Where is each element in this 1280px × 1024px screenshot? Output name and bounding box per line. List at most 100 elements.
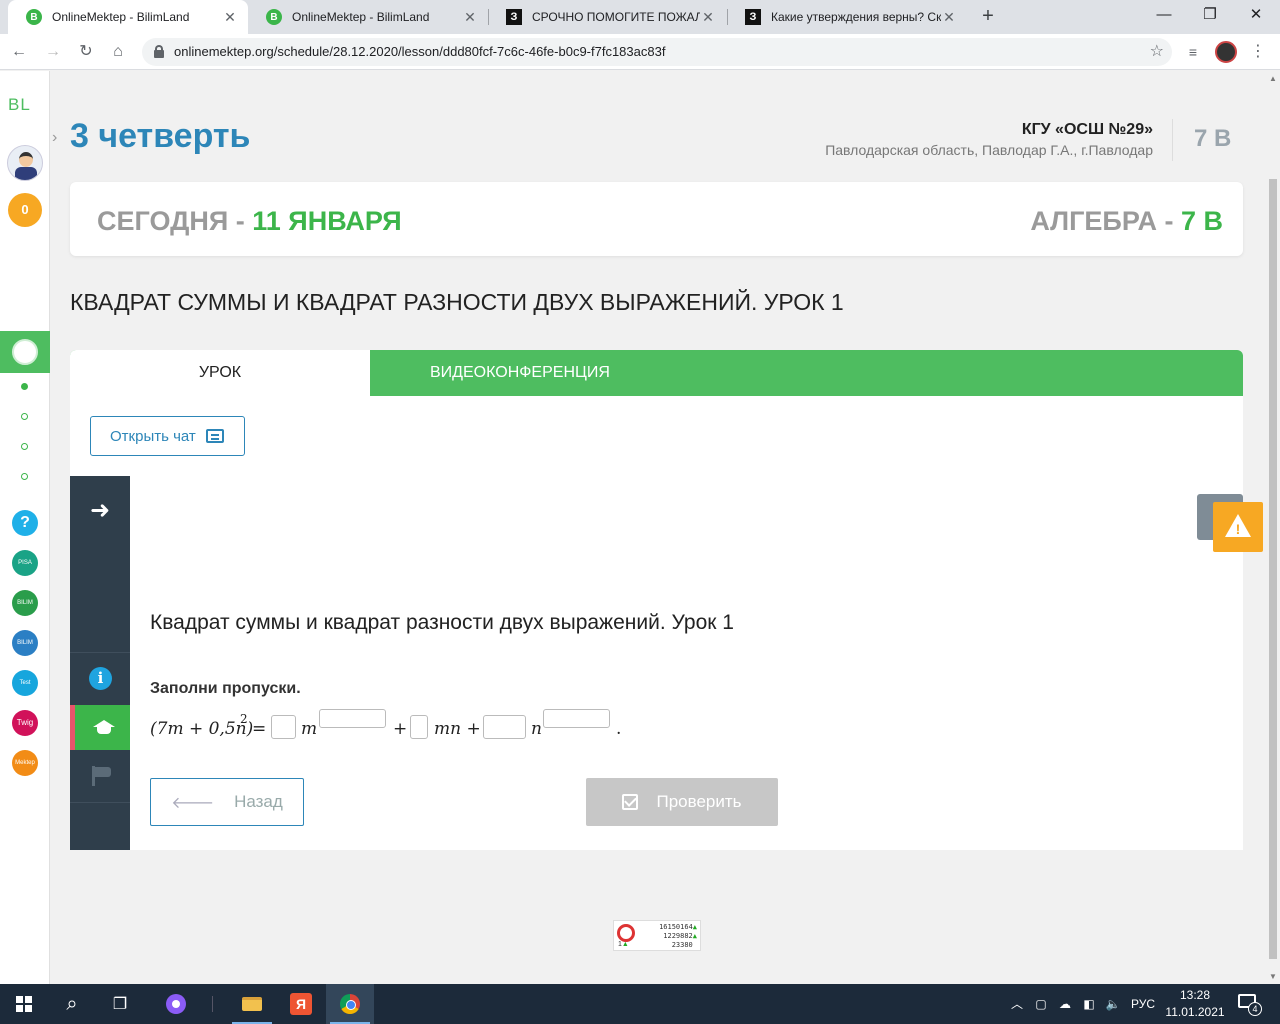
quarter-title: 3 четверть: [70, 117, 251, 155]
date-value: 11 ЯНВАРЯ: [252, 206, 402, 236]
scroll-down-icon[interactable]: ▼: [1269, 972, 1277, 981]
address-bar[interactable]: onlinemektep.org/schedule/28.12.2020/les…: [142, 38, 1172, 66]
divider: [70, 652, 130, 653]
flag-icon[interactable]: [92, 766, 112, 786]
task-view-icon[interactable]: ❐: [96, 984, 144, 1024]
onlinemektep-icon: [12, 339, 38, 365]
notification-center-icon[interactable]: 4: [1238, 994, 1262, 1016]
school-info: КГУ «ОСШ №29» Павлодарская область, Павл…: [825, 121, 1153, 158]
coef-n-squared-input[interactable]: [483, 715, 526, 739]
browser-tab-2[interactable]: B OnlineMektep - BilimLand ✕: [248, 0, 488, 34]
twig-app-icon[interactable]: Twig: [12, 710, 38, 736]
media-queue-icon[interactable]: ≡: [1183, 42, 1203, 62]
volume-icon[interactable]: 🔈: [1104, 984, 1122, 1024]
profile-avatar[interactable]: [1215, 41, 1237, 63]
bilimbook-app-icon[interactable]: BILIM Book: [12, 630, 38, 656]
clock-date: 11.01.2021: [1165, 1005, 1225, 1019]
bilimland-logo[interactable]: BL: [8, 95, 31, 115]
counter-values: 16150164▲ 1229882▲ 23380: [659, 923, 697, 949]
reload-button[interactable]: ↻: [73, 39, 99, 65]
report-problem-button[interactable]: !: [1213, 502, 1263, 552]
bookmark-star-icon[interactable]: ☆: [1150, 38, 1164, 66]
browser-tab-4[interactable]: З Какие утверждения верны? Ско ✕: [727, 0, 967, 34]
lock-icon[interactable]: [154, 45, 164, 58]
coef-m-squared-input[interactable]: [271, 715, 296, 739]
back-nav-button[interactable]: ←: [6, 39, 32, 65]
divider: [70, 802, 130, 803]
chrome-icon[interactable]: [326, 984, 374, 1024]
close-tab-icon[interactable]: ✕: [700, 9, 716, 26]
subject-prefix: АЛГЕБРА -: [1030, 206, 1181, 236]
close-tab-icon[interactable]: ✕: [462, 9, 478, 26]
mektep-app-icon[interactable]: Mektep: [12, 750, 38, 776]
browser-tab-bar: B OnlineMektep - BilimLand ✕ B OnlineMek…: [0, 0, 1280, 34]
home-button[interactable]: ⌂: [105, 39, 131, 65]
tab-title: OnlineMektep - BilimLand: [52, 10, 190, 24]
counter-line-1: 16150164: [659, 923, 693, 931]
help-icon[interactable]: ?: [12, 510, 38, 536]
open-chat-label: Открыть чат: [110, 427, 196, 445]
browser-menu-icon[interactable]: ⋮: [1248, 40, 1268, 64]
close-tab-icon[interactable]: ✕: [222, 9, 238, 26]
sidebar-dot-1[interactable]: [21, 383, 28, 390]
start-button[interactable]: [0, 984, 48, 1024]
url-text[interactable]: onlinemektep.org/schedule/28.12.2020/les…: [174, 38, 665, 66]
user-avatar[interactable]: [7, 145, 43, 181]
tab-lesson[interactable]: УРОК: [70, 350, 370, 396]
back-button[interactable]: 🡐 Назад: [150, 778, 304, 826]
file-explorer-icon[interactable]: [228, 984, 276, 1024]
yandex-browser-icon[interactable]: Я: [277, 984, 325, 1024]
alice-assistant-icon[interactable]: [152, 984, 200, 1024]
today-card: СЕГОДНЯ - 11 ЯНВАРЯ АЛГЕБРА - 7 В: [70, 182, 1243, 256]
class-grade: 7 В: [1194, 125, 1232, 152]
task-side-panel: ➜ i: [70, 476, 130, 850]
cloud-icon[interactable]: ☁: [1056, 984, 1074, 1024]
windows-logo-icon: [16, 996, 32, 1012]
forward-nav-button[interactable]: →: [40, 39, 66, 65]
exponent-m-input[interactable]: [319, 709, 386, 728]
test-app-icon[interactable]: Test: [12, 670, 38, 696]
browser-tab-3[interactable]: З СРОЧНО ПОМОГИТЕ ПОЖАЛУЙ ✕: [488, 0, 726, 34]
next-arrow-icon[interactable]: ➜: [70, 496, 130, 525]
minimize-button[interactable]: —: [1141, 0, 1187, 34]
pisa-app-icon[interactable]: PISA: [12, 550, 38, 576]
network-icon[interactable]: ◧: [1080, 984, 1098, 1024]
browser-tab-1[interactable]: B OnlineMektep - BilimLand ✕: [8, 0, 248, 34]
tab-title: СРОЧНО ПОМОГИТЕ ПОЖАЛУЙ: [532, 10, 700, 24]
back-button-label: Назад: [234, 792, 283, 811]
scrollbar-thumb[interactable]: [1269, 179, 1277, 959]
meet-now-icon[interactable]: ▢: [1032, 984, 1050, 1024]
sidebar-dot-4[interactable]: [21, 473, 28, 480]
exponent-n-input[interactable]: [543, 709, 610, 728]
restore-button[interactable]: ❐: [1187, 0, 1233, 34]
language-indicator[interactable]: РУС: [1128, 984, 1158, 1024]
new-tab-button[interactable]: +: [976, 5, 1000, 29]
sidebar-item-onlinemektep[interactable]: [0, 331, 50, 373]
bilimland-app-icon[interactable]: BILIM Land: [12, 590, 38, 616]
liveinternet-counter[interactable]: 1▲ 16150164▲ 1229882▲ 23380: [613, 920, 701, 951]
graduation-cap-button[interactable]: [70, 705, 130, 750]
arrow-left-icon: 🡐: [171, 794, 215, 812]
sidebar-dot-2[interactable]: [21, 413, 28, 420]
plus-sign: +: [393, 719, 408, 739]
page-scrollbar[interactable]: ▲ ▼: [1266, 71, 1280, 984]
sidebar-expand-icon[interactable]: ›: [52, 129, 64, 147]
chat-icon: [205, 429, 224, 443]
close-tab-icon[interactable]: ✕: [941, 9, 957, 26]
info-icon[interactable]: i: [89, 667, 112, 690]
scroll-up-icon[interactable]: ▲: [1269, 74, 1277, 83]
check-button[interactable]: Проверить: [586, 778, 778, 826]
coins-badge[interactable]: 0: [8, 193, 42, 227]
tray-expand-icon[interactable]: ︿: [1008, 984, 1026, 1024]
equation-period: .: [616, 719, 622, 739]
search-icon[interactable]: ⌕: [48, 984, 96, 1024]
checkbox-icon: [622, 794, 639, 810]
equation-exponent: 2: [240, 712, 248, 726]
system-clock[interactable]: 13:28 11.01.2021: [1160, 987, 1230, 1021]
sidebar-dot-3[interactable]: [21, 443, 28, 450]
tab-videoconference[interactable]: ВИДЕОКОНФЕРЕНЦИЯ: [430, 350, 610, 396]
open-chat-button[interactable]: Открыть чат: [90, 416, 245, 456]
coef-mn-input[interactable]: [410, 715, 428, 739]
counter-left-value: 1▲: [618, 941, 629, 948]
close-window-button[interactable]: ✕: [1233, 0, 1279, 34]
